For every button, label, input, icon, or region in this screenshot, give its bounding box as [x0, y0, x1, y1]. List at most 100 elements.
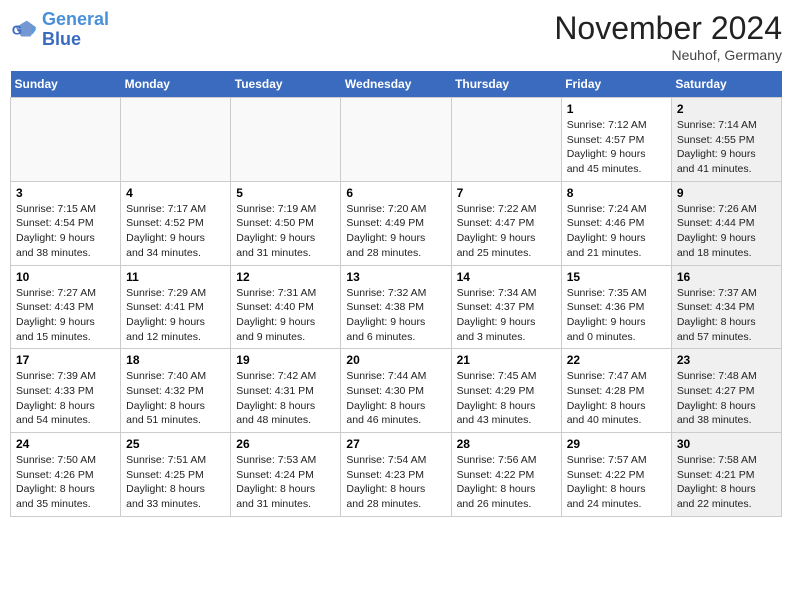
day-header-tuesday: Tuesday — [231, 71, 341, 98]
calendar-cell: 21 Sunrise: 7:45 AMSunset: 4:29 PMDayligh… — [451, 349, 561, 433]
day-info: Sunrise: 7:12 AMSunset: 4:57 PMDaylight:… — [567, 118, 666, 177]
month-title: November 2024 — [554, 10, 782, 47]
day-info: Sunrise: 7:56 AMSunset: 4:22 PMDaylight:… — [457, 453, 556, 512]
day-info: Sunrise: 7:50 AMSunset: 4:26 PMDaylight:… — [16, 453, 115, 512]
calendar-cell: 12 Sunrise: 7:31 AMSunset: 4:40 PMDayligh… — [231, 265, 341, 349]
calendar-cell: 13 Sunrise: 7:32 AMSunset: 4:38 PMDayligh… — [341, 265, 451, 349]
calendar-week-5: 24 Sunrise: 7:50 AMSunset: 4:26 PMDayligh… — [11, 433, 782, 517]
day-number: 26 — [236, 437, 335, 451]
day-info: Sunrise: 7:42 AMSunset: 4:31 PMDaylight:… — [236, 369, 335, 428]
calendar-cell: 8Sunrise: 7:24 AMSunset: 4:46 PMDaylight… — [561, 181, 671, 265]
calendar-week-1: 1 Sunrise: 7:12 AMSunset: 4:57 PMDaylight… — [11, 98, 782, 182]
calendar-cell: 9 Sunrise: 7:26 AMSunset: 4:44 PMDaylight… — [671, 181, 781, 265]
day-info: Sunrise: 7:57 AMSunset: 4:22 PMDaylight:… — [567, 453, 666, 512]
day-header-saturday: Saturday — [671, 71, 781, 98]
calendar-cell: 27 Sunrise: 7:54 AMSunset: 4:23 PMDayligh… — [341, 433, 451, 517]
day-number: 7 — [457, 186, 556, 200]
calendar-cell: 16Sunrise: 7:37 AMSunset: 4:34 PMDayligh… — [671, 265, 781, 349]
day-number: 13 — [346, 270, 445, 284]
calendar-cell: 19Sunrise: 7:42 AMSunset: 4:31 PMDayligh… — [231, 349, 341, 433]
day-info: Sunrise: 7:53 AMSunset: 4:24 PMDaylight:… — [236, 453, 335, 512]
day-number: 29 — [567, 437, 666, 451]
day-info: Sunrise: 7:15 AMSunset: 4:54 PMDaylight:… — [16, 202, 115, 261]
day-info: Sunrise: 7:48 AMSunset: 4:27 PMDaylight:… — [677, 369, 776, 428]
calendar-cell: 18 Sunrise: 7:40 AMSunset: 4:32 PMDayligh… — [121, 349, 231, 433]
title-area: November 2024 Neuhof, Germany — [554, 10, 782, 63]
day-info: Sunrise: 7:54 AMSunset: 4:23 PMDaylight:… — [346, 453, 445, 512]
day-number: 10 — [16, 270, 115, 284]
day-header-wednesday: Wednesday — [341, 71, 451, 98]
day-info: Sunrise: 7:14 AMSunset: 4:55 PMDaylight:… — [677, 118, 776, 177]
calendar-cell — [451, 98, 561, 182]
calendar-cell: 26 Sunrise: 7:53 AMSunset: 4:24 PMDayligh… — [231, 433, 341, 517]
calendar-cell: 6Sunrise: 7:20 AMSunset: 4:49 PMDaylight… — [341, 181, 451, 265]
day-number: 20 — [346, 353, 445, 367]
calendar-week-4: 17Sunrise: 7:39 AMSunset: 4:33 PMDayligh… — [11, 349, 782, 433]
logo-text-line2: Blue — [42, 30, 109, 50]
day-info: Sunrise: 7:29 AMSunset: 4:41 PMDaylight:… — [126, 286, 225, 345]
logo: G General Blue — [10, 10, 109, 50]
calendar-cell: 14 Sunrise: 7:34 AMSunset: 4:37 PMDayligh… — [451, 265, 561, 349]
day-info: Sunrise: 7:45 AMSunset: 4:29 PMDaylight:… — [457, 369, 556, 428]
day-number: 4 — [126, 186, 225, 200]
day-info: Sunrise: 7:32 AMSunset: 4:38 PMDaylight:… — [346, 286, 445, 345]
logo-icon: G — [10, 16, 38, 44]
day-info: Sunrise: 7:40 AMSunset: 4:32 PMDaylight:… — [126, 369, 225, 428]
day-number: 21 — [457, 353, 556, 367]
day-number: 14 — [457, 270, 556, 284]
calendar-cell — [121, 98, 231, 182]
calendar-week-2: 3 Sunrise: 7:15 AMSunset: 4:54 PMDaylight… — [11, 181, 782, 265]
day-info: Sunrise: 7:44 AMSunset: 4:30 PMDaylight:… — [346, 369, 445, 428]
day-number: 30 — [677, 437, 776, 451]
calendar-cell: 5 Sunrise: 7:19 AMSunset: 4:50 PMDaylight… — [231, 181, 341, 265]
calendar-cell: 2 Sunrise: 7:14 AMSunset: 4:55 PMDaylight… — [671, 98, 781, 182]
day-number: 15 — [567, 270, 666, 284]
calendar-cell: 22 Sunrise: 7:47 AMSunset: 4:28 PMDayligh… — [561, 349, 671, 433]
calendar-cell — [341, 98, 451, 182]
calendar-cell: 15Sunrise: 7:35 AMSunset: 4:36 PMDayligh… — [561, 265, 671, 349]
day-number: 1 — [567, 102, 666, 116]
day-info: Sunrise: 7:58 AMSunset: 4:21 PMDaylight:… — [677, 453, 776, 512]
calendar-cell: 28 Sunrise: 7:56 AMSunset: 4:22 PMDayligh… — [451, 433, 561, 517]
day-number: 17 — [16, 353, 115, 367]
day-number: 18 — [126, 353, 225, 367]
location: Neuhof, Germany — [554, 47, 782, 63]
calendar-cell: 11 Sunrise: 7:29 AMSunset: 4:41 PMDayligh… — [121, 265, 231, 349]
day-info: Sunrise: 7:20 AMSunset: 4:49 PMDaylight:… — [346, 202, 445, 261]
day-info: Sunrise: 7:34 AMSunset: 4:37 PMDaylight:… — [457, 286, 556, 345]
day-info: Sunrise: 7:27 AMSunset: 4:43 PMDaylight:… — [16, 286, 115, 345]
day-number: 2 — [677, 102, 776, 116]
day-header-friday: Friday — [561, 71, 671, 98]
calendar-cell: 1 Sunrise: 7:12 AMSunset: 4:57 PMDaylight… — [561, 98, 671, 182]
day-info: Sunrise: 7:31 AMSunset: 4:40 PMDaylight:… — [236, 286, 335, 345]
calendar-cell: 4Sunrise: 7:17 AMSunset: 4:52 PMDaylight… — [121, 181, 231, 265]
day-number: 11 — [126, 270, 225, 284]
calendar-cell: 3 Sunrise: 7:15 AMSunset: 4:54 PMDaylight… — [11, 181, 121, 265]
calendar-cell: 23 Sunrise: 7:48 AMSunset: 4:27 PMDayligh… — [671, 349, 781, 433]
day-info: Sunrise: 7:47 AMSunset: 4:28 PMDaylight:… — [567, 369, 666, 428]
day-info: Sunrise: 7:26 AMSunset: 4:44 PMDaylight:… — [677, 202, 776, 261]
calendar-cell: 24 Sunrise: 7:50 AMSunset: 4:26 PMDayligh… — [11, 433, 121, 517]
day-number: 16 — [677, 270, 776, 284]
day-number: 24 — [16, 437, 115, 451]
day-number: 27 — [346, 437, 445, 451]
day-info: Sunrise: 7:19 AMSunset: 4:50 PMDaylight:… — [236, 202, 335, 261]
day-number: 12 — [236, 270, 335, 284]
day-number: 23 — [677, 353, 776, 367]
day-number: 28 — [457, 437, 556, 451]
calendar-cell: 25 Sunrise: 7:51 AMSunset: 4:25 PMDayligh… — [121, 433, 231, 517]
day-number: 9 — [677, 186, 776, 200]
page-header: G General Blue November 2024 Neuhof, Ger… — [10, 10, 782, 63]
day-info: Sunrise: 7:24 AMSunset: 4:46 PMDaylight:… — [567, 202, 666, 261]
day-number: 5 — [236, 186, 335, 200]
day-headers-row: SundayMondayTuesdayWednesdayThursdayFrid… — [11, 71, 782, 98]
day-number: 3 — [16, 186, 115, 200]
calendar-cell: 29 Sunrise: 7:57 AMSunset: 4:22 PMDayligh… — [561, 433, 671, 517]
day-number: 22 — [567, 353, 666, 367]
day-number: 25 — [126, 437, 225, 451]
calendar-cell: 17Sunrise: 7:39 AMSunset: 4:33 PMDayligh… — [11, 349, 121, 433]
day-header-thursday: Thursday — [451, 71, 561, 98]
day-info: Sunrise: 7:51 AMSunset: 4:25 PMDaylight:… — [126, 453, 225, 512]
calendar-cell: 10 Sunrise: 7:27 AMSunset: 4:43 PMDayligh… — [11, 265, 121, 349]
calendar-cell — [231, 98, 341, 182]
